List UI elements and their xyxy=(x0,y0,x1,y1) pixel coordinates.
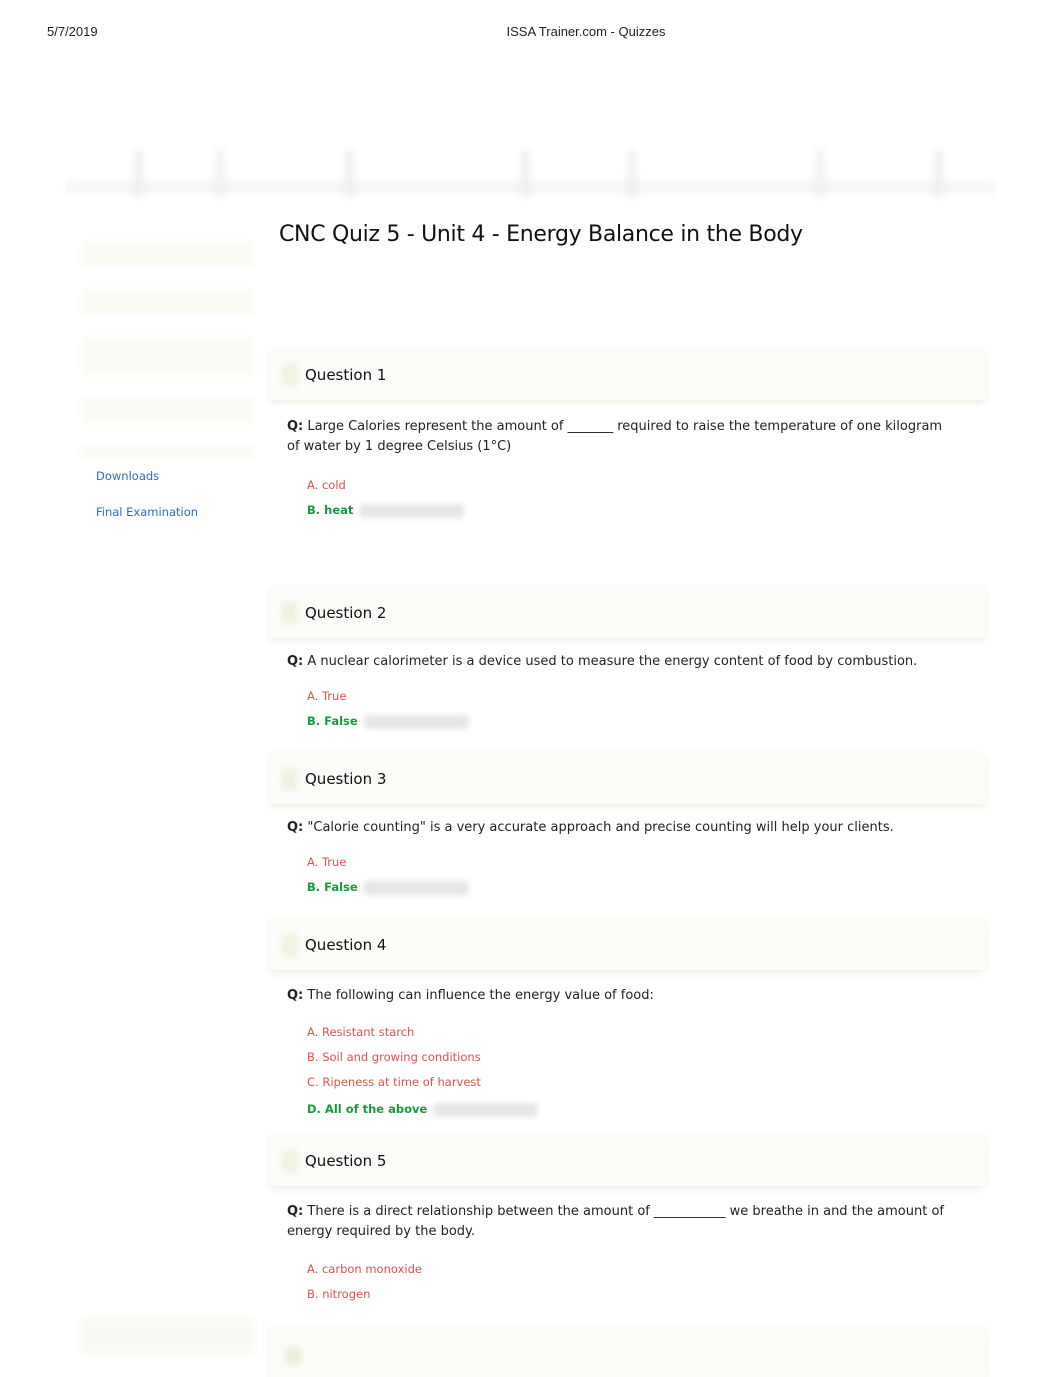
question-card: Question 5 Q: There is a direct relation… xyxy=(270,1136,985,1311)
question-text: Q: The following can influence the energ… xyxy=(287,986,947,1006)
nav-tab xyxy=(346,150,354,198)
nav-tab xyxy=(522,150,530,198)
answer-option: A. Resistant starch xyxy=(307,1025,415,1039)
sidebar-link-final-examination[interactable]: Final Examination xyxy=(96,504,255,540)
question-number: Question 5 xyxy=(305,1152,387,1170)
nav-tab xyxy=(216,150,224,198)
question-icon xyxy=(282,934,298,956)
question-header: Question 3 xyxy=(270,754,985,804)
nav-tab xyxy=(934,150,942,198)
page-title: CNC Quiz 5 - Unit 4 - Energy Balance in … xyxy=(279,222,803,247)
sidebar-item-blurred[interactable] xyxy=(80,240,255,266)
answer-option: A. True xyxy=(307,855,347,869)
sidebar: Downloads Final Examination xyxy=(80,240,255,540)
answer-label: B. False xyxy=(307,880,358,894)
answer-label: D. All of the above xyxy=(307,1102,428,1116)
question-text-body: Large Calories represent the amount of _… xyxy=(287,419,943,454)
answer-option: B. nitrogen xyxy=(307,1287,371,1301)
question-icon xyxy=(282,602,298,624)
blurred-tag xyxy=(433,1102,539,1117)
answer-option: A. True xyxy=(307,689,347,703)
answer-list: A. carbon monoxide B. nitrogen xyxy=(287,1261,985,1311)
question-number: Question 4 xyxy=(305,936,387,954)
question-header: Question 4 xyxy=(270,920,985,970)
question-text: Q: A nuclear calorimeter is a device use… xyxy=(287,652,947,672)
print-title: ISSA Trainer.com - Quizzes xyxy=(506,24,666,39)
answer-list: A. True B. False xyxy=(287,854,985,904)
answer-option-correct: B. False xyxy=(307,713,985,738)
question-text-body: There is a direct relationship between t… xyxy=(287,1204,944,1239)
answer-option-correct: D. All of the above xyxy=(307,1101,985,1126)
question-icon xyxy=(282,364,298,386)
nav-tab xyxy=(628,150,636,198)
question-text-body: "Calorie counting" is a very accurate ap… xyxy=(307,820,894,835)
question-text-body: A nuclear calorimeter is a device used t… xyxy=(307,654,918,669)
answer-option: A. carbon monoxide xyxy=(307,1262,422,1276)
question-header-next xyxy=(270,1328,985,1377)
blurred-tag xyxy=(363,880,469,895)
question-text: Q: Large Calories represent the amount o… xyxy=(287,417,947,457)
answer-label: B. heat xyxy=(307,503,354,517)
answer-option: A. cold xyxy=(307,478,346,492)
question-number: Question 3 xyxy=(305,770,387,788)
nav-tab xyxy=(816,150,824,198)
question-icon xyxy=(284,1346,302,1366)
question-text: Q: There is a direct relationship betwee… xyxy=(287,1202,947,1242)
question-header: Question 2 xyxy=(270,588,985,638)
answer-option-correct: B. False xyxy=(307,879,985,904)
question-header: Question 1 xyxy=(270,350,985,400)
answer-option-correct: B. heat xyxy=(307,502,985,527)
answer-option: B. Soil and growing conditions xyxy=(307,1050,481,1064)
sidebar-item-blurred[interactable] xyxy=(80,336,255,376)
top-navigation-blurred xyxy=(66,150,996,202)
q-prefix: Q: xyxy=(287,1204,304,1219)
q-prefix: Q: xyxy=(287,820,304,835)
q-prefix: Q: xyxy=(287,419,304,434)
answer-label: B. False xyxy=(307,714,358,728)
question-number: Question 1 xyxy=(305,366,387,384)
question-card: Question 4 Q: The following can influenc… xyxy=(270,920,985,1126)
nav-bar xyxy=(66,180,996,194)
question-text: Q: "Calorie counting" is a very accurate… xyxy=(287,818,947,838)
sidebar-item-blurred[interactable] xyxy=(80,288,255,314)
question-number: Question 2 xyxy=(305,604,387,622)
question-icon xyxy=(282,768,298,790)
nav-tab xyxy=(134,150,142,198)
sidebar-item-blurred[interactable] xyxy=(80,446,255,460)
question-card: Question 3 Q: "Calorie counting" is a ve… xyxy=(270,754,985,904)
answer-list: A. cold B. heat xyxy=(287,477,985,527)
answer-option: C. Ripeness at time of harvest xyxy=(307,1075,481,1089)
question-icon xyxy=(282,1150,298,1172)
answer-list: A. True B. False xyxy=(287,688,985,738)
question-header: Question 5 xyxy=(270,1136,985,1186)
q-prefix: Q: xyxy=(287,654,304,669)
question-card: Question 1 Q: Large Calories represent t… xyxy=(270,350,985,527)
sidebar-item-blurred xyxy=(80,1316,255,1356)
question-card: Question 2 Q: A nuclear calorimeter is a… xyxy=(270,588,985,738)
blurred-tag xyxy=(363,714,469,729)
sidebar-link-downloads[interactable]: Downloads xyxy=(96,468,255,504)
blurred-tag xyxy=(359,503,465,518)
q-prefix: Q: xyxy=(287,988,304,1003)
answer-list: A. Resistant starch B. Soil and growing … xyxy=(287,1024,985,1126)
sidebar-item-blurred[interactable] xyxy=(80,398,255,424)
question-text-body: The following can influence the energy v… xyxy=(307,988,654,1003)
